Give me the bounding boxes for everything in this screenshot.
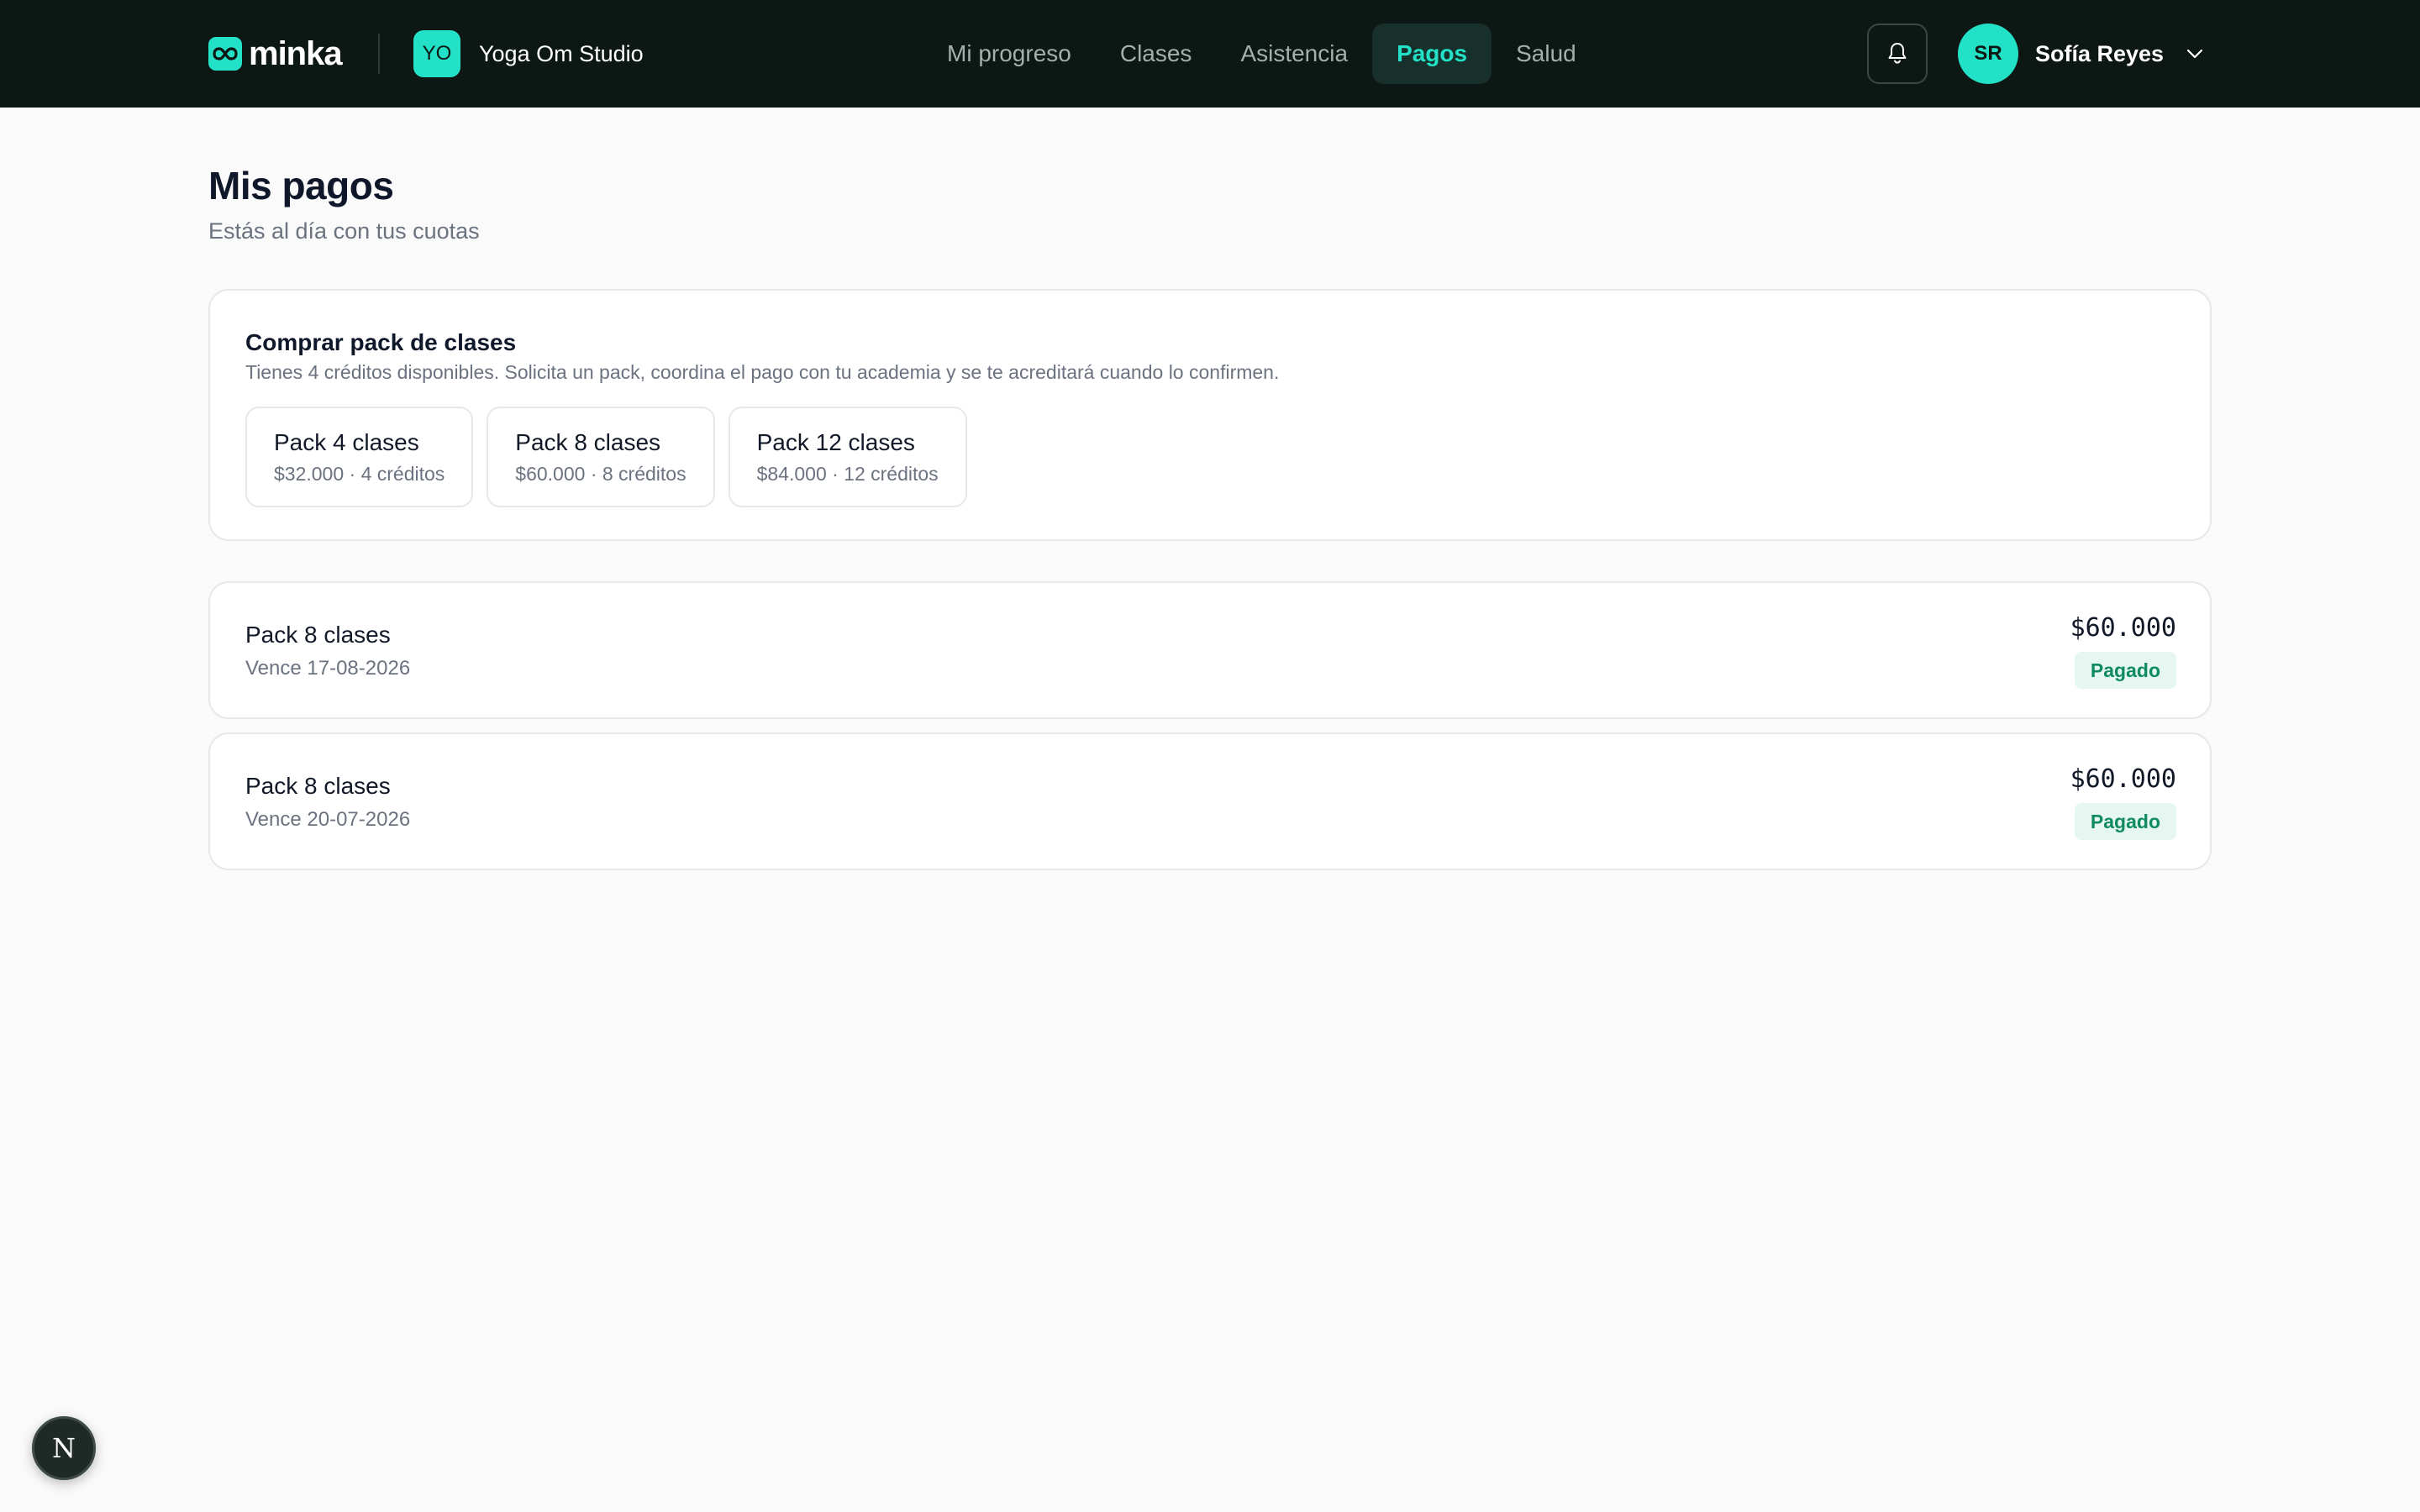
user-menu[interactable]: SR Sofía Reyes [1958,24,2204,84]
brand-name: minka [249,35,343,72]
brand-logo[interactable]: minka [208,35,343,72]
pack-name: Pack 8 clases [515,428,661,455]
chevron-down-icon [2186,48,2204,60]
main-nav: Mi progreso Clases Asistencia Pagos Salu… [923,24,1601,84]
studio-name: Yoga Om Studio [479,40,644,66]
notifications-button[interactable] [1867,24,1928,84]
payment-name: Pack 8 clases [245,773,391,799]
nav-tab-pagos[interactable]: Pagos [1372,24,1492,84]
pack-name: Pack 12 clases [756,428,915,455]
top-bar: minka YO Yoga Om Studio Mi progreso Clas… [0,0,2420,108]
bell-icon [1886,41,1908,67]
studio-switcher[interactable]: YO Yoga Om Studio [413,30,644,77]
buy-pack-description: Tienes 4 créditos disponibles. Solicita … [245,361,1280,383]
payment-row: Pack 8 clases Vence 17-08-2026 $60.000 P… [208,581,2212,719]
buy-pack-title: Comprar pack de clases [245,329,517,355]
dev-tools-button[interactable]: N [32,1416,96,1480]
nav-tab-clases[interactable]: Clases [1096,24,1217,84]
header-divider [378,34,380,74]
payment-name: Pack 8 clases [245,622,391,648]
pack-meta: $84.000 · 12 créditos [756,462,939,485]
pack-name: Pack 4 clases [274,428,419,455]
buy-pack-card: Comprar pack de clases Tienes 4 créditos… [208,289,2212,541]
payment-amount: $60.000 [2070,764,2176,794]
pack-options: Pack 4 clases $32.000 · 4 créditos Pack … [245,407,967,507]
pack-meta: $32.000 · 4 créditos [274,462,445,485]
user-name: Sofía Reyes [2035,40,2165,66]
payment-amount: $60.000 [2070,613,2176,643]
nav-tab-mi-progreso[interactable]: Mi progreso [923,24,1096,84]
pack-option-12[interactable]: Pack 12 clases $84.000 · 12 créditos [728,407,967,507]
pack-option-8[interactable]: Pack 8 clases $60.000 · 8 créditos [487,407,715,507]
nav-tab-asistencia[interactable]: Asistencia [1216,24,1372,84]
nav-tab-salud[interactable]: Salud [1491,24,1601,84]
avatar: SR [1958,24,2018,84]
studio-badge: YO [413,30,460,77]
pack-meta: $60.000 · 8 créditos [515,462,687,485]
pack-option-4[interactable]: Pack 4 clases $32.000 · 4 créditos [245,407,474,507]
page-subtitle: Estás al día con tus cuotas [208,218,480,244]
page-title: Mis pagos [208,164,394,207]
payment-due-date: Vence 17-08-2026 [245,657,411,680]
status-badge: Pagado [2074,803,2176,840]
status-badge: Pagado [2074,652,2176,689]
payment-due-date: Vence 20-07-2026 [245,808,411,831]
payment-row: Pack 8 clases Vence 20-07-2026 $60.000 P… [208,732,2212,870]
infinity-logo-icon [208,37,242,71]
